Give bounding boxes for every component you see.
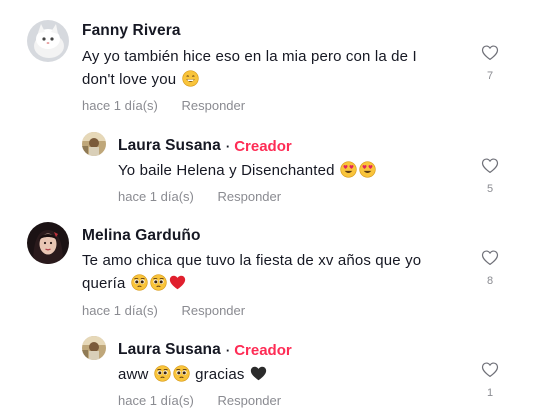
comment-author[interactable]: Laura Susana [118,137,221,155]
like-control: 1 [478,361,502,399]
heart-eyes-emoji [340,161,357,178]
avatar[interactable] [82,132,106,156]
like-count: 1 [486,387,494,399]
comment-text: aww gracias [118,363,478,386]
like-count: 8 [486,275,494,287]
pleading-face-emoji [150,274,167,291]
grinning-face-emoji [181,70,199,87]
heart-eyes-emoji [359,161,376,178]
comment-meta: hace 1 día(s) Responder [118,393,281,408]
comment-text: Te amo chica que tuvo la fiesta de xv añ… [82,252,422,292]
comment-author[interactable]: Fanny Rivera [82,22,181,40]
creator-badge: Creador [234,341,292,359]
avatar[interactable] [82,336,106,360]
reply-button[interactable]: Responder [218,189,282,204]
black-heart-emoji [250,365,267,382]
comment-author[interactable]: Laura Susana [118,341,221,359]
pleading-face-emoji [131,274,148,291]
avatar[interactable] [27,222,69,264]
heart-outline-icon[interactable] [481,249,499,266]
comment-text: Yo baile Helena y Disenchanted [118,159,478,182]
pleading-face-emoji [173,365,190,382]
separator-dot: · [225,138,231,154]
reply-button[interactable]: Responder [182,303,246,318]
comment-time: hace 1 día(s) [82,303,158,318]
creator-badge: Creador [234,137,292,155]
comment-text: Ay yo también hice eso en la mia pero co… [82,48,417,88]
comment-meta: hace 1 día(s) Responder [82,98,245,113]
comment-time: hace 1 día(s) [118,189,194,204]
pleading-face-emoji [154,365,171,382]
heart-outline-icon[interactable] [481,361,499,378]
comment-meta: hace 1 día(s) Responder [118,189,281,204]
like-control: 8 [478,249,502,287]
comment-time: hace 1 día(s) [118,393,194,408]
heart-outline-icon[interactable] [481,44,499,61]
like-count: 7 [486,70,494,82]
like-control: 5 [478,157,502,195]
like-count: 5 [486,183,494,195]
heart-outline-icon[interactable] [481,157,499,174]
separator-dot: · [225,342,231,358]
like-control: 7 [478,44,502,82]
red-heart-emoji [169,274,186,291]
comment-author[interactable]: Melina Garduño [82,227,201,245]
avatar[interactable] [27,20,69,62]
reply-button[interactable]: Responder [218,393,282,408]
reply-button[interactable]: Responder [182,98,246,113]
comment-meta: hace 1 día(s) Responder [82,303,245,318]
comment-time: hace 1 día(s) [82,98,158,113]
